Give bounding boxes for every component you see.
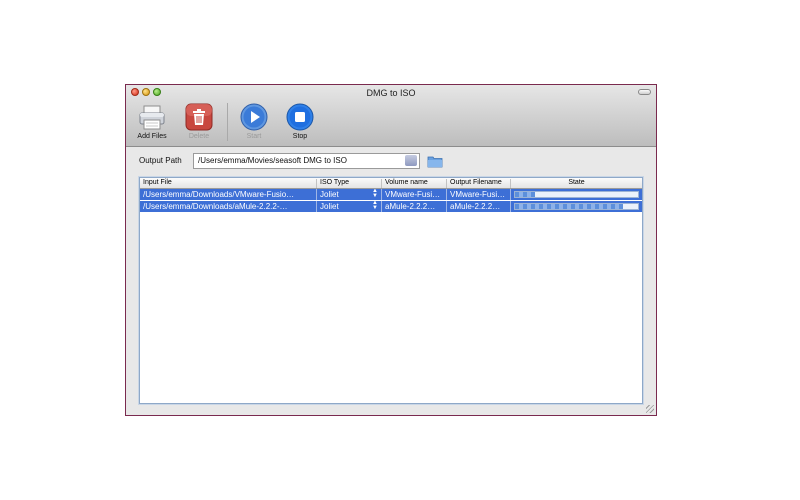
stop-button[interactable]: Stop <box>280 103 320 140</box>
delete-label: Delete <box>188 133 210 140</box>
progress-fill <box>515 192 535 197</box>
state-cell <box>511 201 642 212</box>
stop-label: Stop <box>292 133 308 140</box>
column-header-output-filename[interactable]: Output Filename <box>447 179 511 188</box>
progress-bar <box>514 203 639 210</box>
input-file-cell: /Users/emma/Downloads/aMule-2.2.2-… <box>140 201 317 212</box>
add-files-label: Add Files <box>137 133 167 140</box>
app-window: DMG to ISO Add Files Delete Start Stop O… <box>125 84 657 416</box>
toolbar-separator <box>227 103 228 141</box>
play-icon <box>240 103 268 131</box>
column-header-volume-name[interactable]: Volume name <box>382 179 447 188</box>
table-row[interactable]: /Users/emma/Downloads/aMule-2.2.2-… Joli… <box>140 201 642 213</box>
table-header: Input File ISO Type Volume name Output F… <box>140 178 642 189</box>
folder-icon[interactable] <box>427 155 443 168</box>
progress-bar <box>514 191 639 198</box>
iso-type-popup[interactable]: Joliet ▲ ▼ <box>317 201 382 212</box>
output-path-field[interactable]: /Users/emma/Movies/seasoft DMG to ISO <box>193 153 420 169</box>
popup-arrows-icon: ▲ ▼ <box>372 201 378 211</box>
start-button[interactable]: Start <box>234 103 274 140</box>
output-path-label: Output Path <box>139 156 182 165</box>
browse-icon[interactable] <box>405 155 417 166</box>
output-filename-cell[interactable]: aMule-2.2.2… <box>447 201 511 212</box>
file-table[interactable]: Input File ISO Type Volume name Output F… <box>139 177 643 404</box>
state-cell <box>511 189 642 200</box>
iso-type-popup[interactable]: Joliet ▲ ▼ <box>317 189 382 200</box>
iso-type-value: Joliet <box>320 190 339 199</box>
toolbar-toggle-button[interactable] <box>638 89 651 95</box>
iso-type-value: Joliet <box>320 202 339 211</box>
printer-icon <box>138 103 166 131</box>
progress-fill <box>515 204 624 209</box>
start-label: Start <box>246 133 262 140</box>
resize-grip[interactable] <box>646 405 654 413</box>
table-row[interactable]: /Users/emma/Downloads/VMware-Fusio… Joli… <box>140 189 642 201</box>
output-filename-cell[interactable]: VMware-Fusi… <box>447 189 511 200</box>
input-file-cell: /Users/emma/Downloads/VMware-Fusio… <box>140 189 317 200</box>
column-header-state[interactable]: State <box>511 179 642 188</box>
trash-icon <box>185 103 213 131</box>
volume-name-cell[interactable]: aMule-2.2.2… <box>382 201 447 212</box>
delete-button[interactable]: Delete <box>179 103 219 140</box>
volume-name-cell[interactable]: VMware-Fusi… <box>382 189 447 200</box>
column-header-iso-type[interactable]: ISO Type <box>317 179 382 188</box>
toolbar: DMG to ISO Add Files Delete Start Stop <box>126 85 656 147</box>
popup-arrows-icon: ▲ ▼ <box>372 189 378 199</box>
stop-icon <box>286 103 314 131</box>
window-title: DMG to ISO <box>366 88 416 98</box>
add-files-button[interactable]: Add Files <box>132 103 172 140</box>
column-header-input-file[interactable]: Input File <box>140 179 317 188</box>
